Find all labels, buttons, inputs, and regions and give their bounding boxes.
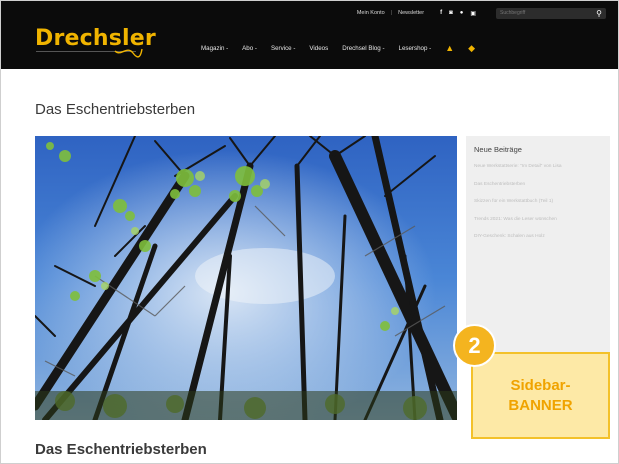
sidebar-banner-callout: Sidebar- BANNER: [471, 352, 610, 439]
recent-posts-list: Neue Werkstattserie: "Im Detail" von Lis…: [474, 164, 602, 252]
top-bar: Mein Konto | Newsletter f ◙ ● ▣ ⚲: [357, 7, 606, 19]
nav-item-lesershop[interactable]: Lesershop -: [399, 45, 432, 52]
recent-post-link[interactable]: Das Eschentriebsterben: [474, 182, 602, 189]
social-links: f ◙ ● ▣: [440, 10, 476, 17]
youtube-icon[interactable]: ▣: [470, 10, 476, 17]
newsletter-link[interactable]: Newsletter: [398, 10, 424, 16]
recent-post-link[interactable]: Neue Werkstattserie: "Im Detail" von Lis…: [474, 164, 602, 171]
nav-item-videos[interactable]: Videos: [309, 45, 328, 52]
main-nav: Magazin - Abo - Service - Videos Drechse…: [201, 41, 475, 55]
nav-item-service[interactable]: Service -: [271, 45, 295, 52]
nav-item-drechsel-blog[interactable]: Drechsel Blog -: [342, 45, 384, 52]
search-box: ⚲: [496, 7, 606, 19]
logo-flourish-icon: [114, 48, 143, 58]
facebook-icon[interactable]: f: [440, 10, 442, 17]
topbar-separator: |: [390, 10, 393, 16]
bell-icon[interactable]: ▲: [445, 43, 454, 53]
sidebar: Neue Beiträge Neue Werkstattserie: "Im D…: [466, 136, 610, 356]
instagram-icon[interactable]: ◙: [449, 10, 453, 17]
page-frame: Mein Konto | Newsletter f ◙ ● ▣ ⚲ Drechs…: [0, 0, 619, 464]
banner-label-line1: Sidebar-: [510, 376, 571, 394]
nav-item-abo[interactable]: Abo -: [242, 45, 257, 52]
nav-item-magazin[interactable]: Magazin -: [201, 45, 228, 52]
site-header: Mein Konto | Newsletter f ◙ ● ▣ ⚲ Drechs…: [1, 1, 618, 69]
pinterest-icon[interactable]: ●: [460, 10, 464, 17]
recent-post-link[interactable]: Skizzen für ein Werkstattbuch (Teil 1): [474, 199, 602, 206]
search-input[interactable]: [500, 10, 580, 16]
hero-image: [35, 136, 457, 420]
sidebar-heading: Neue Beiträge: [474, 145, 522, 154]
callout-number-badge: 2: [453, 324, 496, 367]
banner-label-line2: BANNER: [508, 396, 573, 414]
recent-post-link[interactable]: Trends 2021: Was die Leser wünschen: [474, 217, 602, 224]
cart-icon[interactable]: ◆: [468, 43, 475, 54]
search-icon[interactable]: ⚲: [596, 9, 602, 18]
tree-canopy-photo: [35, 136, 457, 420]
article-title: Das Eschentriebsterben: [35, 441, 207, 458]
account-link[interactable]: Mein Konto: [357, 10, 385, 16]
recent-post-link[interactable]: DIY-Geschenk: Schalen aus Holz: [474, 234, 602, 241]
page-title: Das Eschentriebsterben: [35, 101, 196, 118]
